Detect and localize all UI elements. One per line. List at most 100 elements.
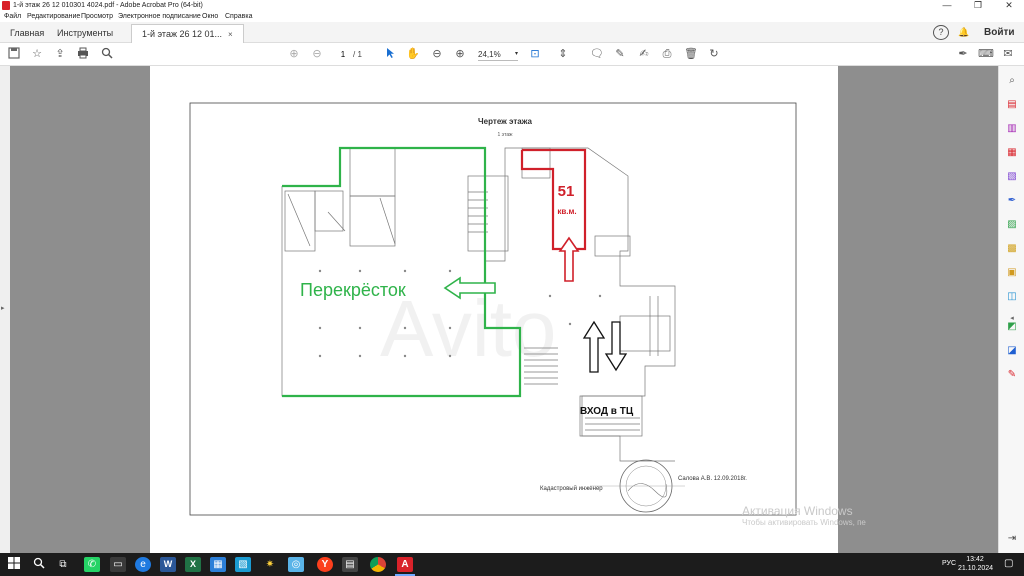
tab-document-label: 1-й этаж 26 12 01...: [142, 29, 223, 39]
previous-page-icon[interactable]: ⊕: [286, 47, 302, 62]
more-tools-icon[interactable]: ✎: [1005, 368, 1019, 382]
zoom-out-icon[interactable]: ⊖: [429, 47, 445, 62]
zoom-level-value: 24,1%: [478, 50, 501, 59]
chevron-down-icon: ▾: [514, 51, 518, 57]
whatsapp-icon[interactable]: ✆: [84, 557, 100, 572]
drawing-subtitle: 1 этаж: [498, 132, 514, 138]
menu-edit[interactable]: Редактирование: [27, 11, 80, 22]
windows-start-icon[interactable]: [6, 557, 22, 572]
edit-pdf-icon[interactable]: ▦: [1005, 146, 1019, 160]
upload-cloud-icon[interactable]: ⇪: [52, 47, 68, 62]
fill-sign-icon[interactable]: ✒: [1005, 194, 1019, 208]
arrow-up-black-icon: [582, 320, 606, 373]
language-indicator[interactable]: РУС: [942, 560, 956, 567]
file-explorer-icon[interactable]: ▭: [110, 557, 126, 572]
title-bar: 1-й этаж 26 12 010301 4024.pdf - Adobe A…: [0, 0, 1024, 11]
notification-center-icon[interactable]: ▢: [1004, 558, 1013, 569]
engineer-label: Кадастровый инженер: [540, 485, 603, 492]
minimize-button[interactable]: —: [932, 0, 962, 11]
help-icon[interactable]: ?: [933, 25, 949, 40]
right-tools-panel: ⌕ ▤ ▥ ▦ ▧ ✒ ▨ ▩ ▣ ◫ ◂ ◩ ◪ ✎ ⇥: [998, 66, 1024, 553]
comment-icon[interactable]: ▣: [1005, 266, 1019, 280]
yandex-browser-icon[interactable]: Y: [317, 557, 333, 572]
close-button[interactable]: ✕: [994, 0, 1024, 11]
watermark-line-2: Чтобы активировать Windows, пе: [742, 518, 866, 527]
arrow-up-red-icon: [558, 236, 580, 282]
menu-window[interactable]: Окно: [202, 11, 218, 22]
create-pdf-icon[interactable]: ▥: [1005, 122, 1019, 136]
window-title: 1-й этаж 26 12 010301 4024.pdf - Adobe A…: [13, 2, 203, 9]
task-view-icon[interactable]: ⧉: [55, 557, 71, 572]
collapse-panel-icon[interactable]: ⇥: [1005, 532, 1019, 546]
sun-app-icon[interactable]: ✷: [262, 557, 278, 572]
tab-document[interactable]: 1-й этаж 26 12 01... ×: [131, 24, 244, 43]
sign-in-button[interactable]: Войти: [984, 25, 1015, 40]
tab-bar: Главная Инструменты 1-й этаж 26 12 01...…: [0, 22, 1024, 43]
edge-browser-icon[interactable]: e: [135, 557, 151, 572]
compress-pdf-icon[interactable]: ▩: [1005, 242, 1019, 256]
restore-button[interactable]: ❐: [963, 0, 993, 11]
zoom-in-icon[interactable]: ⊕: [452, 47, 468, 62]
menu-help[interactable]: Справка: [225, 11, 252, 22]
menu-file[interactable]: Файл: [4, 11, 21, 22]
chrome-icon[interactable]: [370, 557, 386, 572]
zoom-level-select[interactable]: 24,1% ▾: [478, 48, 518, 61]
envelope-icon[interactable]: ✉: [1000, 47, 1016, 62]
sign-pen-icon[interactable]: ✍: [636, 47, 652, 62]
windows-activation-watermark: Активация Windows Чтобы активировать Win…: [742, 504, 866, 528]
keyboard-icon[interactable]: ⌨: [978, 47, 994, 62]
viewer-app-icon[interactable]: ◎: [288, 557, 304, 572]
document-viewport[interactable]: ▸ Avito Чертеж этажа 1 этаж 51 кв.м. Пер…: [0, 66, 998, 553]
menu-bar: Файл Редактирование Просмотр Электронное…: [0, 11, 1024, 22]
next-page-icon[interactable]: ⊖: [309, 47, 325, 62]
word-icon[interactable]: W: [160, 557, 176, 572]
combine-files-icon[interactable]: ▨: [1005, 218, 1019, 232]
engineer-signature: Салова А.В. 12.09.2018г.: [678, 476, 747, 482]
taskbar-search-icon[interactable]: [31, 557, 47, 572]
left-panel-toggle[interactable]: ▸: [0, 66, 10, 553]
hand-tool-icon[interactable]: ✋: [405, 47, 421, 62]
stamp-icon[interactable]: ⎙: [659, 47, 675, 62]
excel-icon[interactable]: X: [185, 557, 201, 572]
area-unit: кв.м.: [557, 207, 576, 216]
acrobat-logo-icon: [2, 1, 10, 10]
tab-tools[interactable]: Инструменты: [47, 24, 123, 43]
print-icon[interactable]: [75, 47, 91, 62]
photos-icon[interactable]: ▧: [235, 557, 251, 572]
drawing-title: Чертеж этажа: [478, 117, 532, 126]
calculator-icon[interactable]: ▦: [210, 557, 226, 572]
search-icon[interactable]: [99, 47, 115, 62]
protect-icon[interactable]: ◫: [1005, 290, 1019, 304]
fill-sign-icon[interactable]: ✒: [955, 47, 971, 62]
scan-icon[interactable]: ◩: [1005, 320, 1019, 334]
rental-unit-outline: [520, 148, 587, 251]
main-toolbar: ☆ ⇪ ⊕ ⊖ / 1 ✋ ⊖ ⊕ 24,1% ▾ ⊡ ⇕ 🗨 ✎ ✍ ⎙ 🗑 …: [0, 43, 1024, 66]
print-production-icon[interactable]: ◪: [1005, 344, 1019, 358]
windows-taskbar: ⧉ ✆ ▭ e W X ▦ ▧ ✷ ◎ Y ▤ A РУС 13:42 21.1…: [0, 553, 1024, 576]
search-icon[interactable]: ⌕: [1005, 74, 1019, 88]
rotate-icon[interactable]: ↻: [706, 47, 722, 62]
arrow-down-black-icon: [604, 321, 628, 372]
watermark-line-1: Активация Windows: [742, 504, 853, 518]
delete-trash-icon[interactable]: 🗑: [683, 47, 699, 62]
tab-close-icon[interactable]: ×: [228, 30, 233, 39]
save-icon[interactable]: [6, 47, 22, 62]
system-clock[interactable]: 13:42 21.10.2024: [958, 555, 993, 573]
organize-pages-icon[interactable]: ▧: [1005, 170, 1019, 184]
acrobat-taskbar-icon[interactable]: A: [397, 557, 413, 572]
bookmark-star-icon[interactable]: ☆: [29, 47, 45, 62]
comment-icon[interactable]: 🗨: [589, 47, 605, 62]
menu-view[interactable]: Просмотр: [81, 11, 113, 22]
menu-e-sign[interactable]: Электронное подписание: [118, 11, 201, 22]
notifications-bell-icon[interactable]: 🔔: [956, 25, 972, 40]
fit-page-icon[interactable]: ⊡: [527, 47, 543, 62]
store-label: Перекрёсток: [300, 280, 406, 300]
export-pdf-icon[interactable]: ▤: [1005, 98, 1019, 112]
scroll-mode-icon[interactable]: ⇕: [555, 47, 571, 62]
app-icon[interactable]: ▤: [342, 557, 358, 572]
page-number-input[interactable]: [335, 48, 351, 61]
highlight-pen-icon[interactable]: ✎: [612, 47, 628, 62]
select-cursor-icon[interactable]: [382, 47, 398, 62]
page-count: / 1: [353, 50, 362, 59]
area-number: 51: [558, 183, 575, 200]
